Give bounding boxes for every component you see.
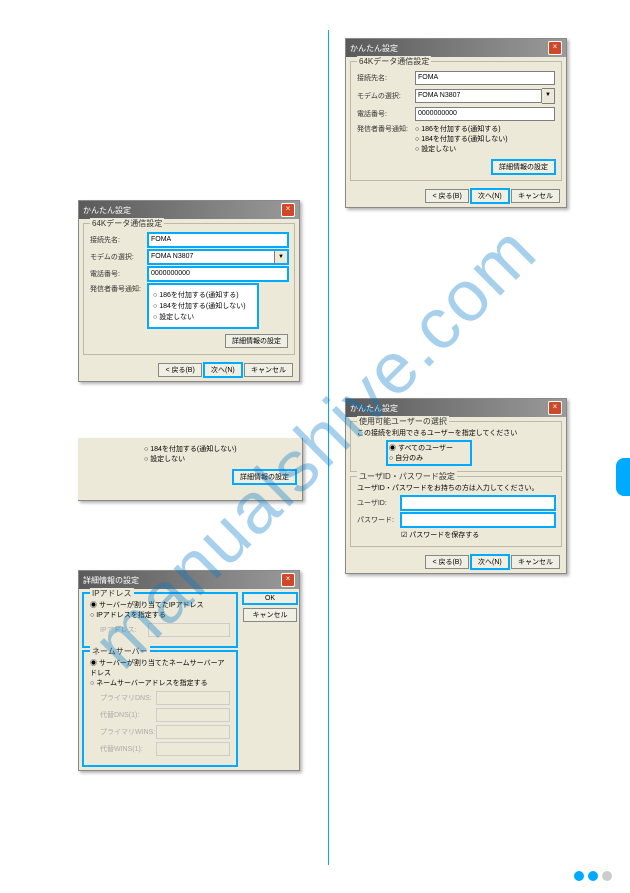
group-label: 使用可能ユーザーの選択 <box>357 416 449 427</box>
group-label: IPアドレス <box>90 588 134 599</box>
label-caller-id: 発信者番号通知: <box>357 124 415 134</box>
radio-all-users[interactable]: ◉ すべてのユーザー <box>389 443 469 453</box>
titlebar: かんたん設定 × <box>346 39 566 57</box>
group-user-select: 使用可能ユーザーの選択 この接続を利用できるユーザーを指定してください ◉ すべ… <box>350 421 562 472</box>
group-text: この接続を利用できるユーザーを指定してください <box>357 428 555 438</box>
radio-186[interactable]: ○ 186を付加する(通知する) <box>415 124 508 134</box>
titlebar: かんたん設定 × <box>346 399 566 417</box>
group-label: ユーザID・パスワード設定 <box>357 471 457 482</box>
cancel-button[interactable]: キャンセル <box>511 555 560 569</box>
input-pwd[interactable] <box>401 513 555 527</box>
titlebar: かんたん設定 × <box>79 201 299 219</box>
radio-184[interactable]: ○ 184を付加する(通知しない) <box>153 301 253 311</box>
column-divider <box>328 30 329 865</box>
group-ip: IPアドレス ◉ サーバーが割り当てたIPアドレス ○ IPアドレスを指定する … <box>83 593 237 647</box>
group-64k: 64Kデータ通信設定 接続先名: FOMA モデムの選択: FOMA N3807… <box>350 61 562 181</box>
dialog-user-password: かんたん設定 × 使用可能ユーザーの選択 この接続を利用できるユーザーを指定して… <box>345 398 567 574</box>
label-name: 接続先名: <box>357 73 415 83</box>
group-nameserver: ネームサーバー ◉ サーバーが割り当てたネームサーバーアドレス ○ ネームサーバ… <box>83 651 237 766</box>
chevron-down-icon[interactable]: ▼ <box>275 250 288 264</box>
close-icon[interactable]: × <box>548 401 562 415</box>
close-icon[interactable]: × <box>548 41 562 55</box>
group-credentials: ユーザID・パスワード設定 ユーザID・パスワードをお持ちの方は入力してください… <box>350 476 562 547</box>
detail-button[interactable]: 詳細情報の設定 <box>492 160 555 174</box>
radio-ip-manual[interactable]: ○ IPアドレスを指定する <box>90 610 230 620</box>
group-text: ユーザID・パスワードをお持ちの方は入力してください。 <box>357 483 555 493</box>
detail-button[interactable]: 詳細情報の設定 <box>225 334 288 348</box>
radio-none[interactable]: ○ 設定しない <box>415 144 508 154</box>
titlebar: 詳細情報の設定 × <box>79 571 299 589</box>
label-caller-id: 発信者番号通知: <box>90 284 148 294</box>
button-row: < 戻る(B) 次へ(N) キャンセル <box>79 359 299 381</box>
back-button[interactable]: < 戻る(B) <box>158 363 201 377</box>
label-modem: モデムの選択: <box>357 91 415 101</box>
radio-184[interactable]: ○ 184を付加する(通知しない) <box>144 444 296 454</box>
dialog-easy-setup-1: かんたん設定 × 64Kデータ通信設定 接続先名: FOMA モデムの選択: F… <box>78 200 300 382</box>
ok-button[interactable]: OK <box>243 593 297 604</box>
cancel-button[interactable]: キャンセル <box>244 363 293 377</box>
chevron-down-icon[interactable]: ▼ <box>542 88 555 104</box>
radio-self-only[interactable]: ○ 自分のみ <box>389 453 469 463</box>
label-pwd: パスワード: <box>357 515 401 525</box>
close-icon[interactable]: × <box>281 573 295 587</box>
group-label: 64Kデータ通信設定 <box>90 218 164 229</box>
label-ip: IPアドレス: <box>100 625 148 635</box>
input-phone[interactable]: 0000000000 <box>415 107 555 121</box>
back-button[interactable]: < 戻る(B) <box>425 555 468 569</box>
label-uid: ユーザID: <box>357 498 401 508</box>
next-button[interactable]: 次へ(N) <box>471 189 509 203</box>
group-label: ネームサーバー <box>90 646 150 657</box>
dialog-detail-settings: 詳細情報の設定 × IPアドレス ◉ サーバーが割り当てたIPアドレス ○ IP… <box>78 570 300 771</box>
checkbox-save-pwd[interactable]: ☑ パスワードを保存する <box>401 530 555 540</box>
input-ip <box>148 623 230 637</box>
cancel-button[interactable]: キャンセル <box>511 189 560 203</box>
input-name[interactable]: FOMA <box>415 71 555 85</box>
label-name: 接続先名: <box>90 235 148 245</box>
label-phone: 電話番号: <box>90 269 148 279</box>
label-modem: モデムの選択: <box>90 252 148 262</box>
next-button[interactable]: 次へ(N) <box>204 363 242 377</box>
input-uid[interactable] <box>401 496 555 510</box>
group-label: 64Kデータ通信設定 <box>357 56 431 67</box>
radio-ns-manual[interactable]: ○ ネームサーバーアドレスを指定する <box>90 678 230 688</box>
close-icon[interactable]: × <box>281 203 295 217</box>
label-phone: 電話番号: <box>357 109 415 119</box>
dialog-title: かんたん設定 <box>350 43 398 54</box>
page-indicator <box>574 871 612 881</box>
button-row: < 戻る(B) 次へ(N) キャンセル <box>346 185 566 207</box>
radio-user-scope: ◉ すべてのユーザー ○ 自分のみ <box>387 441 471 465</box>
radio-184[interactable]: ○ 184を付加する(通知しない) <box>415 134 508 144</box>
dialog-title: かんたん設定 <box>350 403 398 414</box>
radio-186[interactable]: ○ 186を付加する(通知する) <box>153 290 253 300</box>
select-modem[interactable]: FOMA N3807 <box>148 250 275 264</box>
side-tab-marker <box>616 458 630 496</box>
cancel-button[interactable]: キャンセル <box>243 608 297 622</box>
radio-ip-auto[interactable]: ◉ サーバーが割り当てたIPアドレス <box>90 600 230 610</box>
select-modem[interactable]: FOMA N3807 <box>415 89 542 103</box>
radio-none[interactable]: ○ 設定しない <box>144 454 296 464</box>
radio-none[interactable]: ○ 設定しない <box>153 312 253 322</box>
radio-group-caller-id: ○ 186を付加する(通知する) ○ 184を付加する(通知しない) ○ 設定し… <box>148 284 258 328</box>
radio-ns-auto[interactable]: ◉ サーバーが割り当てたネームサーバーアドレス <box>90 658 230 678</box>
button-row: < 戻る(B) 次へ(N) キャンセル <box>346 551 566 573</box>
group-64k: 64Kデータ通信設定 接続先名: FOMA モデムの選択: FOMA N3807… <box>83 223 295 355</box>
dialog-strip: ○ 184を付加する(通知しない) ○ 設定しない 詳細情報の設定 <box>78 438 303 501</box>
dialog-easy-setup-2: かんたん設定 × 64Kデータ通信設定 接続先名: FOMA モデムの選択: F… <box>345 38 567 208</box>
input-name[interactable]: FOMA <box>148 233 288 247</box>
back-button[interactable]: < 戻る(B) <box>425 189 468 203</box>
next-button[interactable]: 次へ(N) <box>471 555 509 569</box>
dialog-title: 詳細情報の設定 <box>83 575 139 586</box>
dialog-title: かんたん設定 <box>83 205 131 216</box>
radio-group-caller-id: ○ 186を付加する(通知する) ○ 184を付加する(通知しない) ○ 設定し… <box>415 124 508 154</box>
input-phone[interactable]: 0000000000 <box>148 267 288 281</box>
detail-button[interactable]: 詳細情報の設定 <box>233 470 296 484</box>
